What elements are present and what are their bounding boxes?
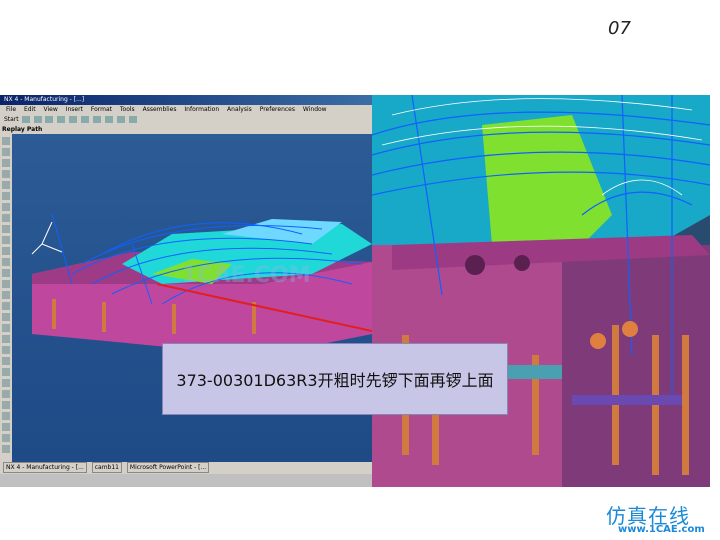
taskbar-item[interactable]: camb11 — [91, 462, 122, 473]
callout-note: 373-00301D63R3开粗时先锣下面再锣上面 — [162, 343, 508, 415]
menu-assemblies[interactable]: Assemblies — [143, 106, 177, 113]
menu-tools[interactable]: Tools — [120, 106, 135, 113]
watermark: 1CAE.COM — [182, 263, 311, 288]
tool-axis-triad — [31, 221, 63, 255]
menu-edit[interactable]: Edit — [24, 106, 36, 113]
zoom-fitting — [590, 333, 606, 349]
tool-icon[interactable] — [2, 368, 10, 376]
zoomed-model — [372, 95, 710, 487]
taskbar-item[interactable]: NX 4 - Manufacturing - [... — [3, 462, 87, 473]
menu-format[interactable]: Format — [91, 106, 112, 113]
tool-icon[interactable] — [2, 357, 10, 365]
zoom-hole — [514, 255, 530, 271]
toolbar-icon[interactable] — [57, 116, 66, 123]
zoom-fitting — [622, 321, 638, 337]
menu-file[interactable]: File — [6, 106, 16, 113]
tool-icon[interactable] — [2, 203, 10, 211]
start-button[interactable]: Start — [4, 116, 19, 123]
menu-preferences[interactable]: Preferences — [260, 106, 295, 113]
toolbar-icon[interactable] — [128, 116, 137, 123]
toolbar-icon[interactable] — [33, 116, 42, 123]
tool-icon[interactable] — [2, 181, 10, 189]
tool-icon[interactable] — [2, 390, 10, 398]
tool-icon[interactable] — [2, 346, 10, 354]
slide-number: 07 — [608, 18, 631, 39]
tool-icon[interactable] — [2, 445, 10, 453]
tool-icon[interactable] — [2, 159, 10, 167]
toolbar-icon[interactable] — [21, 116, 30, 123]
tool-icon[interactable] — [2, 335, 10, 343]
menu-window[interactable]: Window — [303, 106, 327, 113]
tool-icon[interactable] — [2, 434, 10, 442]
tool-icon[interactable] — [2, 313, 10, 321]
toolbar-icon[interactable] — [45, 116, 54, 123]
tool-icon[interactable] — [2, 280, 10, 288]
taskbar: NX 4 - Manufacturing - [... camb11 Micro… — [0, 462, 372, 474]
panel-label: Replay Path — [0, 125, 372, 134]
tool-icon[interactable] — [2, 247, 10, 255]
tool-icon[interactable] — [2, 137, 10, 145]
tool-icon[interactable] — [2, 423, 10, 431]
menu-analysis[interactable]: Analysis — [227, 106, 252, 113]
toolbar-icon[interactable] — [105, 116, 114, 123]
menu-insert[interactable]: Insert — [66, 106, 83, 113]
tool-icon[interactable] — [2, 379, 10, 387]
tool-icon[interactable] — [2, 401, 10, 409]
nx-window: NX 4 - Manufacturing - [...] File Edit V… — [0, 95, 372, 487]
tool-icon[interactable] — [2, 225, 10, 233]
zoom-cooling-channel — [572, 395, 682, 405]
tool-icon[interactable] — [2, 412, 10, 420]
toolbar-icon[interactable] — [81, 116, 90, 123]
tool-icon[interactable] — [2, 192, 10, 200]
toolbar-icon[interactable] — [116, 116, 125, 123]
tool-icon[interactable] — [2, 148, 10, 156]
zoomed-view — [372, 95, 710, 487]
tool-icon[interactable] — [2, 291, 10, 299]
zoom-hole — [465, 255, 485, 275]
taskbar-item[interactable]: Microsoft PowerPoint - [... — [126, 462, 210, 473]
window-title: NX 4 - Manufacturing - [...] — [0, 95, 372, 105]
status-bar — [0, 474, 372, 487]
toolbar-icon[interactable] — [93, 116, 102, 123]
left-toolbar — [0, 134, 12, 462]
menu-information[interactable]: Information — [184, 106, 219, 113]
tool-icon[interactable] — [2, 258, 10, 266]
menu-bar: File Edit View Insert Format Tools Assem… — [0, 105, 372, 114]
tool-icon[interactable] — [2, 214, 10, 222]
tool-icon[interactable] — [2, 170, 10, 178]
tool-icon[interactable] — [2, 269, 10, 277]
toolbar-icon[interactable] — [69, 116, 78, 123]
brand-url: www.1CAE.com — [618, 524, 705, 535]
tool-icon[interactable] — [2, 324, 10, 332]
tool-icon[interactable] — [2, 236, 10, 244]
menu-view[interactable]: View — [44, 106, 58, 113]
tool-icon[interactable] — [2, 302, 10, 310]
